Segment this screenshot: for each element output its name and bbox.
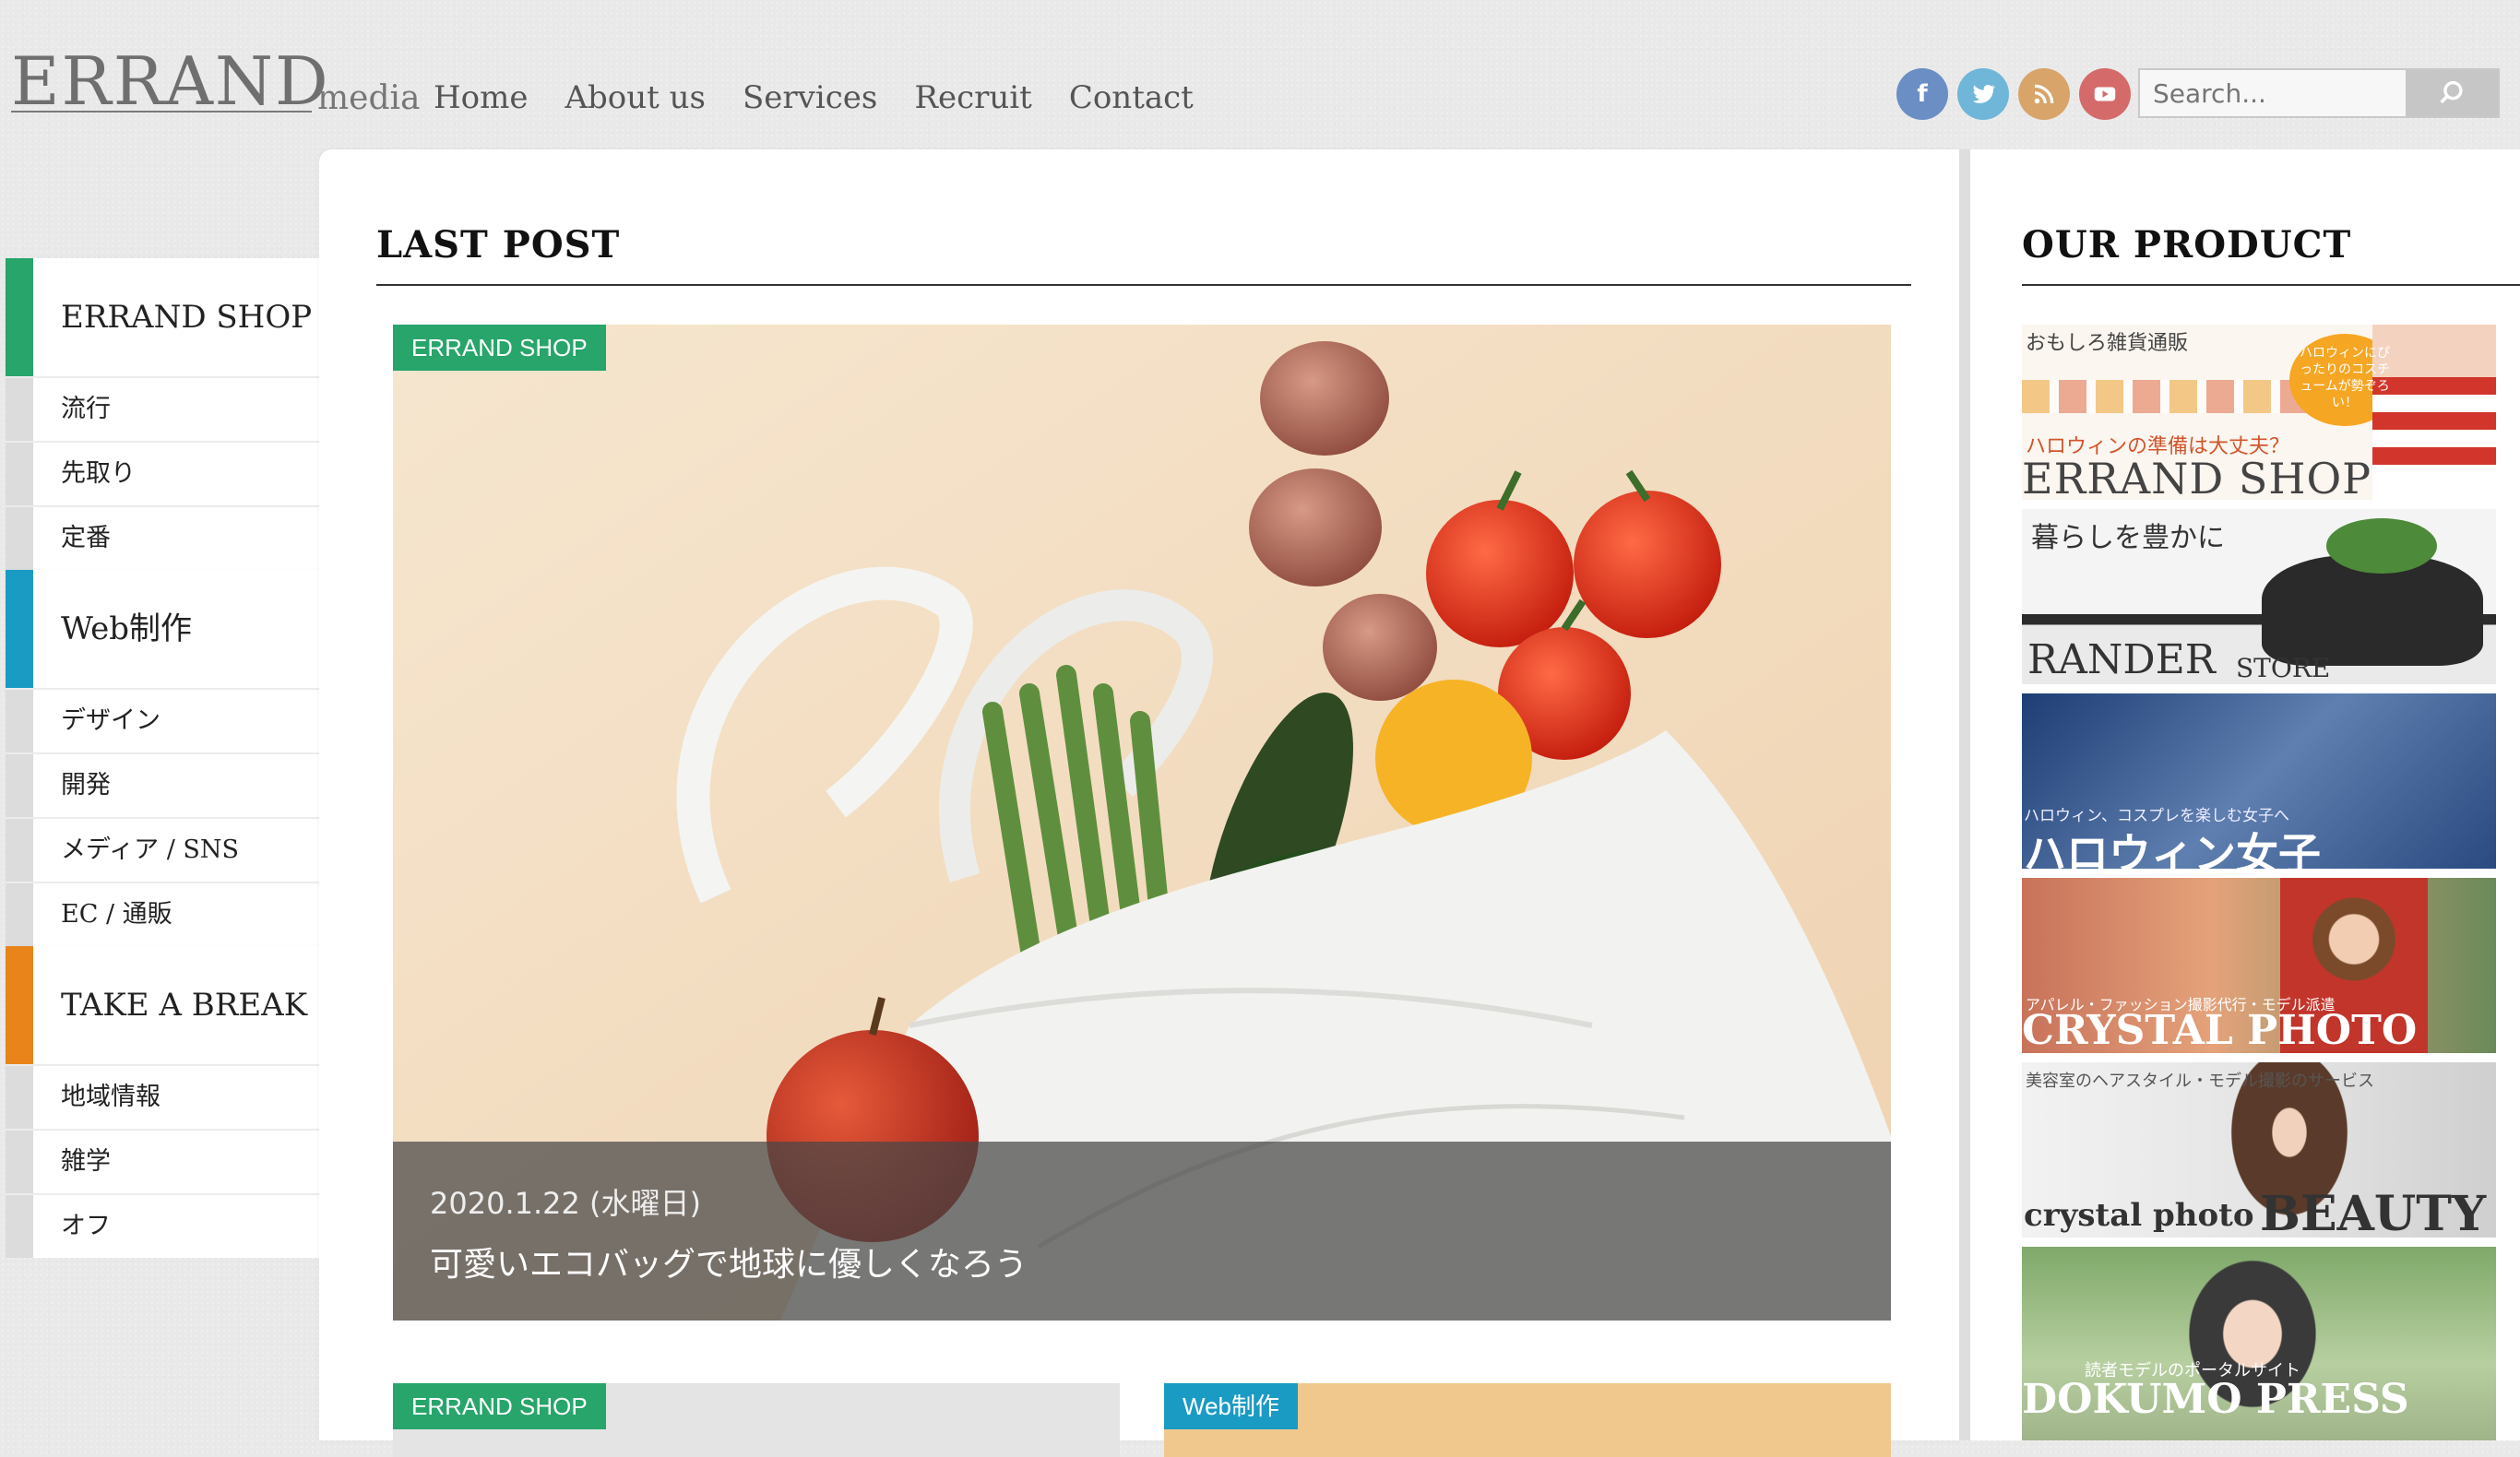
banner-title: ハロウィン女子 [2024, 829, 2321, 869]
model-photo [2372, 325, 2496, 500]
sidebar-item-label: メディア / SNS [61, 835, 239, 864]
banner-dokumo[interactable]: 読者モデルのポータルサイト DOKUMO PRESS [2022, 1247, 2496, 1440]
sub-bar [6, 690, 33, 752]
sidebar-item-ec[interactable]: EC / 通販 [6, 882, 319, 946]
section-divider [2022, 284, 2520, 286]
logo-underline [11, 111, 312, 113]
youtube-glyph-icon [2094, 87, 2116, 101]
search-box [2138, 68, 2500, 118]
search-button[interactable] [2406, 70, 2498, 116]
sidebar-item-chiiki[interactable]: 地域情報 [6, 1064, 319, 1129]
category-label: TAKE A BREAK [61, 987, 308, 1024]
sub-bar [6, 443, 33, 505]
featured-post[interactable]: ERRAND SHOP 2020.1.22 (水曜日) 可愛いエコバッグで地球に… [393, 325, 1891, 1321]
sidebar-item-off[interactable]: オフ [6, 1193, 319, 1258]
sub-bar [6, 378, 33, 441]
sidebar-item-label: 地域情報 [61, 1083, 160, 1111]
product-sidebar: OUR PRODUCT おもしろ雑貨通販 ハロウィンにぴったりのコスチュームが勢… [1970, 149, 2520, 1440]
search-icon [2440, 80, 2463, 104]
sub-bar [6, 507, 33, 570]
sidebar-item-label: 雑学 [61, 1147, 111, 1176]
banner-title: CRYSTAL PHOTO [2022, 1007, 2418, 1053]
sidebar-item-label: デザイン [61, 706, 160, 735]
banner-subtitle: おもしろ雑貨通販 [2026, 332, 2189, 355]
banner-rander-store[interactable]: 暮らしを豊かに RANDER STORE [2022, 509, 2496, 684]
section-title-our-product: OUR PRODUCT [2022, 223, 2352, 267]
plant-leaves [2326, 518, 2437, 574]
sub-bar [6, 1066, 33, 1129]
sidebar-item-zatsugaku[interactable]: 雑学 [6, 1129, 319, 1193]
sub-bar [6, 883, 33, 946]
banner-title: DOKUMO PRESS [2022, 1376, 2409, 1423]
banner-title: ERRAND SHOP [2022, 454, 2372, 500]
nav-contact[interactable]: Contact [1069, 79, 1194, 116]
sidebar-item-label: 開発 [61, 771, 111, 800]
category-tag[interactable]: ERRAND SHOP [393, 325, 606, 371]
sidebar-item-teiban[interactable]: 定番 [6, 505, 319, 570]
section-title-last-post: LAST POST [376, 223, 621, 267]
category-take-a-break[interactable]: TAKE A BREAK [6, 946, 347, 1064]
category-label: Web制作 [61, 610, 193, 647]
twitter-icon[interactable] [1957, 68, 2009, 120]
banner-crystal-photo[interactable]: アパレル・ファッション撮影代行・モデル派遣 CRYSTAL PHOTO [2022, 878, 2496, 1053]
sidebar-item-design[interactable]: デザイン [6, 688, 319, 752]
post-card[interactable]: ERRAND SHOP [393, 1383, 1120, 1457]
category-color-bar [6, 946, 33, 1064]
category-color-bar [6, 570, 33, 688]
banner-title: RANDER [2027, 636, 2216, 683]
social-links: f [1896, 68, 2131, 120]
hero-caption: 2020.1.22 (水曜日) 可愛いエコバッグで地球に優しくなろう [393, 1142, 1891, 1321]
sidebar-item-label: 定番 [61, 524, 111, 552]
banner-crystal-beauty[interactable]: 美容室のヘアスタイル・モデル撮影のサービス crystal photo BEAU… [2022, 1062, 2496, 1238]
search-input[interactable] [2140, 70, 2409, 116]
post-title[interactable]: 可愛いエコバッグで地球に優しくなろう [430, 1238, 1028, 1285]
rss-glyph-icon [2034, 84, 2054, 104]
sidebar-item-label: EC / 通販 [61, 900, 172, 929]
nav-services[interactable]: Services [743, 79, 877, 116]
post-date: 2020.1.22 (水曜日) [430, 1186, 702, 1221]
nav-recruit[interactable]: Recruit [914, 79, 1031, 116]
sidebar-item-label: 流行 [61, 395, 111, 423]
category-tag[interactable]: ERRAND SHOP [393, 1383, 606, 1429]
category-color-bar [6, 258, 33, 376]
sub-bar [6, 819, 33, 882]
logo-sub-text: media [317, 79, 421, 117]
logo-main-text: ERRAND [11, 42, 330, 120]
banner-subtitle: 美容室のヘアスタイル・モデル撮影のサービス [2026, 1072, 2374, 1091]
facebook-glyph: f [1917, 80, 1928, 108]
category-tag[interactable]: Web制作 [1164, 1383, 1298, 1429]
post-card[interactable]: Web制作 [1164, 1383, 1891, 1457]
sidebar-item-label: オフ [61, 1212, 111, 1240]
facebook-icon[interactable]: f [1896, 68, 1948, 120]
column-divider [1959, 149, 1970, 1440]
sidebar-item-kaihatsu[interactable]: 開発 [6, 752, 319, 817]
sub-bar [6, 1131, 33, 1193]
nav-home[interactable]: Home [434, 79, 528, 116]
rss-icon[interactable] [2018, 68, 2070, 120]
banner-title-suffix: BEAUTY [2260, 1186, 2487, 1238]
banner-halloween-joshi[interactable]: ハロウィン、コスプレを楽しむ女子へ ハロウィン女子 [2022, 693, 2496, 869]
youtube-icon[interactable] [2079, 68, 2131, 120]
category-web-seisaku[interactable]: Web制作 [6, 570, 347, 688]
twitter-bird-icon [1972, 85, 1996, 103]
category-errand-shop[interactable]: ERRAND SHOP [6, 258, 347, 376]
sidebar-item-ryuko[interactable]: 流行 [6, 376, 319, 441]
banner-errand-shop[interactable]: おもしろ雑貨通販 ハロウィンにぴったりのコスチュームが勢ぞろい！ ハロウィンの準… [2022, 325, 2496, 500]
nav-about-us[interactable]: About us [565, 79, 706, 116]
sidebar-item-label: 先取り [61, 459, 136, 488]
banner-bubble-text: ハロウィンにぴったりのコスチュームが勢ぞろい！ [2300, 346, 2390, 410]
sub-bar [6, 1195, 33, 1258]
main-nav: Home About us Services Recruit Contact [434, 79, 1194, 116]
category-label: ERRAND SHOP [61, 299, 313, 336]
sidebar-item-media-sns[interactable]: メディア / SNS [6, 817, 319, 882]
banner-title: crystal photo [2024, 1197, 2254, 1234]
banner-subtitle: 暮らしを豊かに [2031, 522, 2225, 554]
sidebar-item-sakidori[interactable]: 先取り [6, 441, 319, 505]
main-content: LAST POST ERRAND SHOP 2020.1.22 (水曜日) 可愛… [319, 149, 1959, 1457]
banner-title-suffix: STORE [2236, 653, 2331, 683]
category-sidebar: ERRAND SHOP 流行 先取り 定番 Web制作 デザイン 開発 メディア… [6, 258, 347, 1258]
sub-bar [6, 754, 33, 817]
section-divider [376, 284, 1911, 286]
